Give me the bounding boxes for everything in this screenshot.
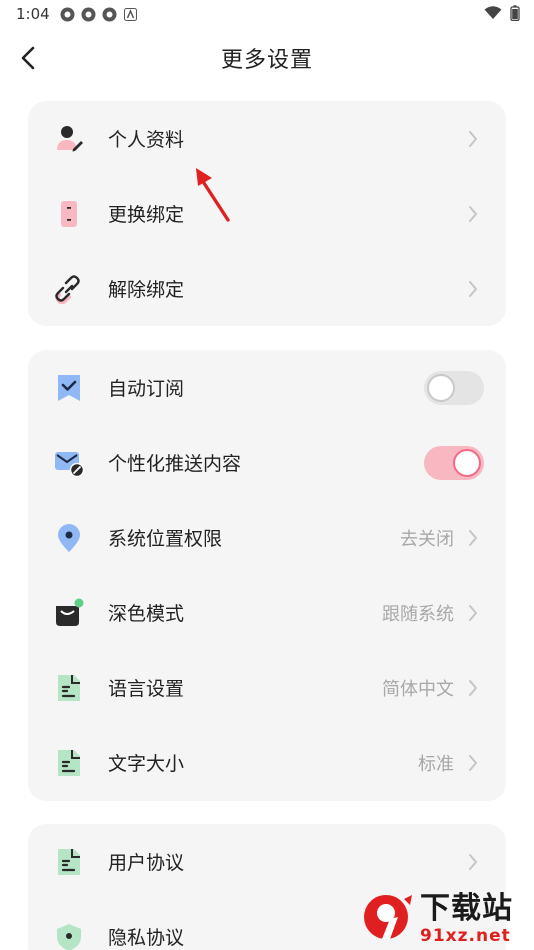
settings-item-change-binding[interactable]: 更换绑定 (28, 176, 506, 251)
settings-item-value: 去关闭 (400, 528, 454, 550)
chevron-right-icon (466, 279, 480, 299)
phone-icon (54, 199, 84, 229)
settings-item-label: 语言设置 (108, 678, 185, 700)
location-pin-icon (54, 523, 84, 553)
unlink-icon (54, 274, 84, 304)
profile-icon (54, 124, 84, 154)
settings-item-value: 简体中文 (382, 678, 454, 700)
dark-mode-icon (54, 598, 84, 628)
personalized-push-toggle[interactable] (424, 446, 484, 480)
page-header: 更多设置 (0, 36, 534, 80)
settings-item-value: 标准 (418, 753, 454, 775)
document-icon (54, 673, 84, 703)
settings-group-account: 个人资料 更换绑定 解除绑定 (28, 101, 506, 326)
chevron-right-icon (466, 678, 480, 698)
settings-item-label: 解除绑定 (108, 279, 185, 301)
wifi-icon (484, 6, 502, 24)
toggle-knob (453, 449, 481, 477)
chevron-right-icon (466, 204, 480, 224)
chevron-right-icon (466, 852, 480, 872)
settings-item-personalized-push[interactable]: 个性化推送内容 (28, 425, 506, 500)
status-bar: 1:04 (0, 0, 534, 28)
watermark-logo-icon (360, 891, 416, 947)
toggle-knob (427, 374, 455, 402)
battery-icon (510, 5, 520, 25)
document-icon (54, 748, 84, 778)
settings-item-unbind[interactable]: 解除绑定 (28, 251, 506, 326)
chevron-left-icon (21, 46, 35, 70)
settings-item-label: 深色模式 (108, 603, 185, 625)
watermark: 下载站 91xz.net (360, 888, 534, 950)
app-notification-icon (123, 7, 138, 22)
document-icon (54, 847, 84, 877)
app-notification-icon (102, 7, 117, 22)
watermark-title: 下载站 (420, 891, 513, 926)
watermark-domain: 91xz.net (420, 926, 511, 946)
app-notification-icon (81, 7, 96, 22)
bookmark-check-icon (54, 373, 84, 403)
app-notification-icon (60, 7, 75, 22)
settings-item-label: 用户协议 (108, 852, 185, 874)
chevron-right-icon (466, 528, 480, 548)
chevron-right-icon (466, 129, 480, 149)
settings-item-value: 跟随系统 (382, 603, 454, 625)
settings-item-label: 个性化推送内容 (108, 453, 242, 475)
settings-item-label: 更换绑定 (108, 204, 185, 226)
back-button[interactable] (14, 44, 42, 72)
mail-block-icon (54, 448, 84, 478)
auto-subscribe-toggle[interactable] (424, 371, 484, 405)
settings-item-label: 系统位置权限 (108, 528, 223, 550)
settings-item-location-permission[interactable]: 系统位置权限 去关闭 (28, 500, 506, 575)
settings-group-preferences: 自动订阅 个性化推送内容 系统位置权限 去关闭 深色模式 跟随系统 语言设置 简… (28, 350, 506, 801)
settings-item-dark-mode[interactable]: 深色模式 跟随系统 (28, 575, 506, 650)
page-title: 更多设置 (220, 48, 313, 73)
chevron-right-icon (466, 753, 480, 773)
settings-item-language[interactable]: 语言设置 简体中文 (28, 650, 506, 725)
settings-item-label: 个人资料 (108, 129, 185, 151)
annotation-arrow-icon (196, 168, 230, 222)
settings-item-profile[interactable]: 个人资料 (28, 101, 506, 176)
shield-icon (54, 922, 84, 950)
settings-item-font-size[interactable]: 文字大小 标准 (28, 725, 506, 800)
settings-item-label: 自动订阅 (108, 378, 185, 400)
settings-item-label: 文字大小 (108, 753, 185, 775)
settings-item-auto-subscribe[interactable]: 自动订阅 (28, 350, 506, 425)
chevron-right-icon (466, 603, 480, 623)
status-time: 1:04 (16, 5, 50, 23)
settings-item-label: 隐私协议 (108, 927, 185, 949)
